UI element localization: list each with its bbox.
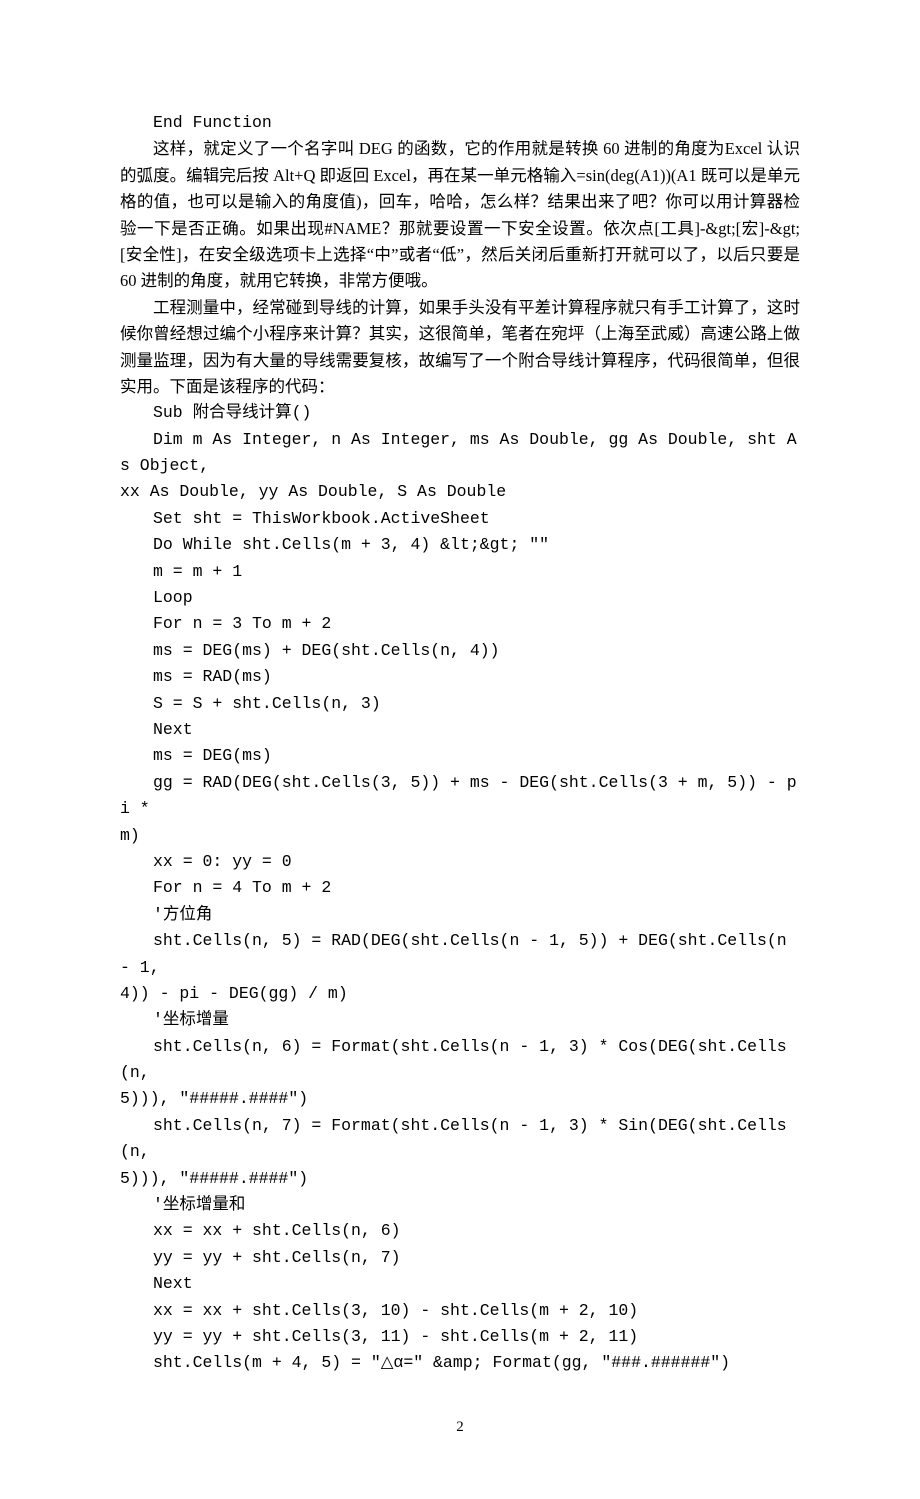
- code-line: gg = RAD(DEG(sht.Cells(3, 5)) + ms - DEG…: [120, 770, 800, 823]
- code-line: ms = DEG(ms) + DEG(sht.Cells(n, 4)): [120, 638, 800, 664]
- page-number: 2: [120, 1415, 800, 1439]
- code-line: Set sht = ThisWorkbook.ActiveSheet: [120, 506, 800, 532]
- document-page: End Function这样，就定义了一个名字叫 DEG 的函数，它的作用就是转…: [0, 0, 920, 1499]
- code-line: sht.Cells(m + 4, 5) = "△α=" &amp; Format…: [120, 1350, 800, 1376]
- code-line: 5))), "#####.####"): [120, 1086, 800, 1112]
- code-line: Do While sht.Cells(m + 3, 4) &lt;&gt; "": [120, 532, 800, 558]
- code-line: 5))), "#####.####"): [120, 1166, 800, 1192]
- code-line: yy = yy + sht.Cells(3, 11) - sht.Cells(m…: [120, 1324, 800, 1350]
- code-line: Sub 附合导线计算(): [120, 400, 800, 426]
- code-line: xx = 0: yy = 0: [120, 849, 800, 875]
- code-line: m = m + 1: [120, 559, 800, 585]
- paragraph-text: 这样，就定义了一个名字叫 DEG 的函数，它的作用就是转换 60 进制的角度为E…: [120, 136, 800, 294]
- code-line: End Function: [120, 110, 800, 136]
- paragraph-text: 工程测量中，经常碰到导线的计算，如果手头没有平差计算程序就只有手工计算了，这时候…: [120, 295, 800, 401]
- code-line: m): [120, 823, 800, 849]
- code-line: ms = DEG(ms): [120, 743, 800, 769]
- code-line: yy = yy + sht.Cells(n, 7): [120, 1245, 800, 1271]
- code-line: sht.Cells(n, 5) = RAD(DEG(sht.Cells(n - …: [120, 928, 800, 981]
- code-line: '坐标增量: [120, 1007, 800, 1033]
- code-line: xx As Double, yy As Double, S As Double: [120, 479, 800, 505]
- code-line: sht.Cells(n, 7) = Format(sht.Cells(n - 1…: [120, 1113, 800, 1166]
- code-line: xx = xx + sht.Cells(n, 6): [120, 1218, 800, 1244]
- code-line: Dim m As Integer, n As Integer, ms As Do…: [120, 427, 800, 480]
- code-line: sht.Cells(n, 6) = Format(sht.Cells(n - 1…: [120, 1034, 800, 1087]
- code-line: '坐标增量和: [120, 1192, 800, 1218]
- code-line: For n = 3 To m + 2: [120, 611, 800, 637]
- code-line: For n = 4 To m + 2: [120, 875, 800, 901]
- code-line: ms = RAD(ms): [120, 664, 800, 690]
- page-content: End Function这样，就定义了一个名字叫 DEG 的函数，它的作用就是转…: [120, 110, 800, 1377]
- code-line: Next: [120, 1271, 800, 1297]
- code-line: Next: [120, 717, 800, 743]
- code-line: S = S + sht.Cells(n, 3): [120, 691, 800, 717]
- code-line: 4)) - pi - DEG(gg) / m): [120, 981, 800, 1007]
- code-line: Loop: [120, 585, 800, 611]
- code-line: '方位角: [120, 902, 800, 928]
